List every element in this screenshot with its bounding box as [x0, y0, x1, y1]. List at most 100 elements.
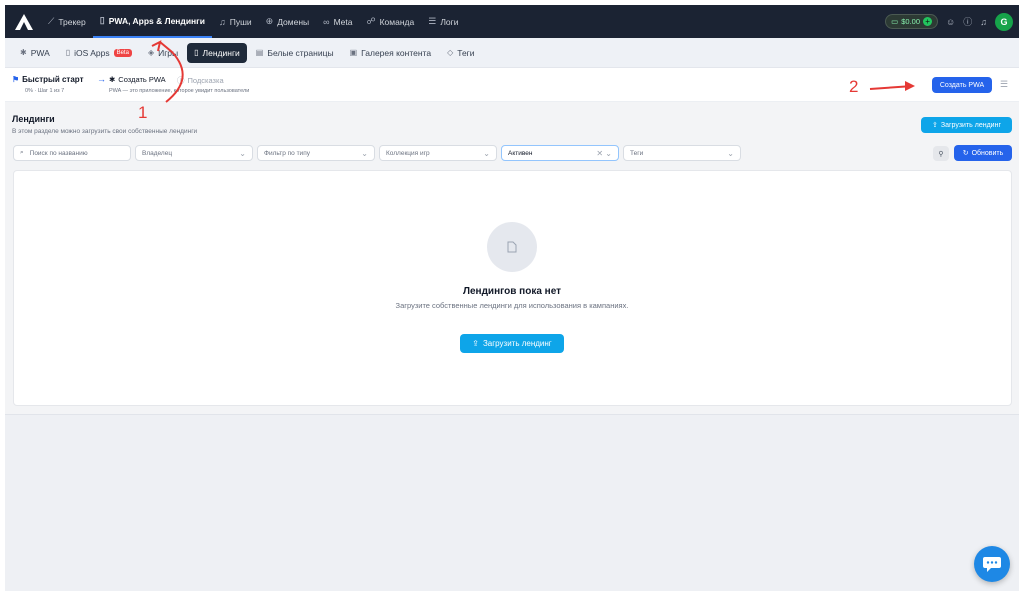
status-label: Активен	[508, 149, 533, 157]
quickstart-progress: 0% · Шаг 1 из 7	[25, 88, 65, 94]
android-icon: ✱	[20, 48, 27, 57]
nav-item-logs[interactable]: ☰ Логи	[421, 5, 465, 38]
refresh-button[interactable]: ↻ Обновить	[954, 145, 1012, 161]
subnav-item-white-pages[interactable]: ▤ Белые страницы	[249, 43, 341, 63]
nav-item-push[interactable]: ♫ Пуши	[212, 5, 259, 38]
gallery-icon: ▣	[349, 48, 358, 57]
tag-icon: ◇	[447, 48, 454, 57]
top-nav: ⟋ Трекер ▯ PWA, Apps & Лендинги ♫ Пуши ⊕ Дом…	[5, 5, 1019, 38]
tags-select[interactable]: Теги ⌄	[623, 145, 741, 161]
subnav-item-tags[interactable]: ◇ Теги	[440, 43, 481, 63]
balance-value: $0.00	[901, 17, 921, 26]
owner-select[interactable]: Владелец ⌄	[135, 145, 253, 161]
chat-widget-button[interactable]	[974, 546, 1010, 582]
subnav-item-landings[interactable]: ▯ Лендинги	[187, 42, 247, 63]
refresh-icon: ↻	[962, 150, 969, 157]
list-menu-icon[interactable]: ☰	[1000, 79, 1008, 90]
page-icon: ▤	[255, 48, 264, 57]
subnav-label: Белые страницы	[267, 47, 334, 58]
globe-icon: ⊕	[265, 16, 274, 26]
flag-icon: ⚑	[12, 75, 20, 84]
annotation-number-1: 1	[138, 103, 148, 122]
file-icon	[487, 222, 537, 272]
page-title: Лендинги	[12, 114, 55, 124]
phone-icon: ▯	[99, 15, 105, 25]
annotation-number-2: 2	[849, 77, 859, 96]
filter-reset-icon[interactable]: ⚲	[933, 146, 949, 161]
upload-label: Загрузить лендинг	[482, 339, 552, 348]
chevron-down-icon: ⌄	[483, 148, 490, 158]
nav-item-domains[interactable]: ⊕ Домены	[259, 5, 317, 38]
empty-text: Загрузите собственные лендинги для испол…	[395, 301, 629, 310]
bell-icon[interactable]: ♫	[980, 17, 987, 27]
nav-item-tracker[interactable]: ⟋ Трекер	[41, 5, 93, 38]
quickstart-title-text: Быстрый старт	[22, 75, 84, 84]
status-select[interactable]: Активен ✕ ⌄	[501, 145, 619, 161]
chart-icon: ⟋	[48, 16, 55, 26]
nav-label: Трекер	[58, 16, 86, 27]
balance-badge[interactable]: ▭ $0.00 +	[885, 14, 939, 29]
owner-label: Владелец	[142, 149, 173, 157]
search-input[interactable]: ⌕ Поиск по названию	[13, 145, 131, 161]
subnav-item-ios[interactable]: ▯ iOS Apps Beta	[59, 43, 139, 63]
beta-badge: Beta	[113, 48, 132, 57]
search-placeholder: Поиск по названию	[29, 149, 88, 157]
subnav-item-games[interactable]: ◈ Игры	[141, 43, 185, 63]
subnav-label: iOS Apps	[74, 47, 110, 58]
top-right-controls: ▭ $0.00 + ☺ ⓘ ♫ G	[885, 5, 1013, 38]
list-icon: ☰	[428, 16, 437, 26]
add-funds-icon[interactable]: +	[923, 17, 933, 26]
quickstart-step-label: Создать PWA	[118, 75, 166, 84]
subnav-label: Лендинги	[202, 47, 240, 58]
chevron-down-icon: ⌄	[361, 148, 368, 158]
nav-item-meta[interactable]: ∞ Meta	[316, 5, 359, 38]
subnav-label: Галерея контента	[361, 47, 432, 58]
sub-nav: ✱ PWA ▯ iOS Apps Beta ◈ Игры ▯ Лендинги ▤ Белы…	[5, 38, 1019, 68]
team-icon: ☍	[366, 16, 376, 26]
tags-label: Теги	[630, 149, 644, 157]
chevron-down-icon: ⌄	[239, 148, 246, 158]
quickstart-title[interactable]: ⚑ Быстрый старт	[12, 75, 84, 84]
nav-label: PWA, Apps & Лендинги	[108, 15, 205, 26]
nav-item-team[interactable]: ☍ Команда	[359, 5, 421, 38]
logo-icon[interactable]	[13, 11, 35, 33]
upload-icon: ⇪	[472, 339, 479, 348]
hint-link[interactable]: ⓘ Подсказка	[177, 75, 224, 86]
subnav-label: Теги	[457, 47, 475, 58]
phone-icon: ▯	[65, 48, 71, 57]
page-background	[5, 414, 1019, 591]
nav-label: Meta	[333, 16, 353, 27]
subnav-item-pwa[interactable]: ✱ PWA	[13, 43, 57, 63]
clear-chevron-icons[interactable]: ✕ ⌄	[596, 149, 612, 158]
subnav-label: Игры	[158, 47, 179, 58]
quickstart-bar: ⚑ Быстрый старт 0% · Шаг 1 из 7 → ✱ Создат…	[5, 68, 1019, 102]
subnav-label: PWA	[30, 47, 50, 58]
nav-label: Домены	[277, 16, 310, 27]
collection-label: Коллекция игр	[386, 149, 430, 157]
android-icon: ✱	[109, 75, 116, 84]
robot-icon[interactable]: ☺	[946, 17, 955, 27]
upload-landing-button[interactable]: ⇪ Загрузить лендинг	[921, 117, 1012, 133]
type-label: Фильтр по типу	[264, 149, 310, 157]
collection-select[interactable]: Коллекция игр ⌄	[379, 145, 497, 161]
nav-item-pwa[interactable]: ▯ PWA, Apps & Лендинги	[92, 5, 212, 38]
chevron-down-icon: ⌄	[727, 148, 734, 158]
bell-icon: ♫	[218, 16, 226, 27]
nav-label: Пуши	[229, 16, 252, 27]
help-icon[interactable]: ⓘ	[963, 15, 972, 28]
quickstart-step[interactable]: ✱ Создать PWA	[109, 75, 166, 84]
empty-title: Лендингов пока нет	[462, 286, 562, 297]
chat-bubble-icon	[983, 557, 1001, 572]
subnav-item-gallery[interactable]: ▣ Галерея контента	[343, 43, 439, 63]
type-select[interactable]: Фильтр по типу ⌄	[257, 145, 375, 161]
app-frame: ⟋ Трекер ▯ PWA, Apps & Лендинги ♫ Пуши ⊕ Дом…	[5, 5, 1019, 591]
hint-label: Подсказка	[187, 76, 224, 85]
infinity-icon: ∞	[323, 16, 330, 27]
wallet-icon: ▭	[891, 17, 899, 26]
avatar[interactable]: G	[995, 12, 1013, 31]
phone-icon: ▯	[194, 48, 199, 57]
upload-landing-button-empty[interactable]: ⇪ Загрузить лендинг	[460, 334, 564, 353]
create-pwa-button[interactable]: Создать PWA	[932, 77, 992, 93]
refresh-label: Обновить	[971, 149, 1004, 157]
nav-label: Логи	[440, 16, 459, 27]
